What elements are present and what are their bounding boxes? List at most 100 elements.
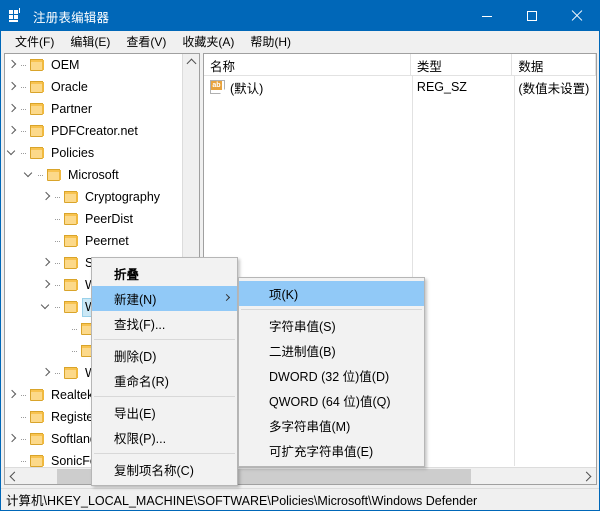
menu-item-0[interactable]: 文件(F) — [7, 31, 62, 53]
tree-connector — [21, 76, 29, 98]
table-row[interactable]: ab (默认) REG_SZ (数值未设置) — [204, 76, 596, 98]
menu-item-2[interactable]: 查看(V) — [118, 31, 174, 53]
chevron-right-icon[interactable] — [39, 362, 55, 384]
menu-bar: 文件(F) 编辑(E) 查看(V) 收藏夹(A) 帮助(H) — [1, 31, 599, 52]
value-type-cell: REG_SZ — [416, 80, 467, 94]
title-bar: 注册表编辑器 — [1, 1, 599, 31]
window-title: 注册表编辑器 — [33, 10, 110, 25]
tree-scroll-up-button[interactable] — [183, 54, 199, 71]
tree-context-menu[interactable]: 折叠新建(N) 查找(F)... 删除(D) 重命名(R) 导出(E) 权限(P)... 复… — [91, 257, 238, 486]
tree-item-label: Peernet — [85, 233, 129, 248]
tree-connector — [21, 120, 29, 142]
submenu-item[interactable]: 字符串值(S) — [239, 313, 424, 338]
chevron-right-icon[interactable] — [39, 186, 55, 208]
context-menu-item-label: 查找(F)... — [114, 318, 166, 332]
context-menu-item[interactable]: 查找(F)... — [92, 311, 237, 336]
submenu-item[interactable]: 多字符串值(M) — [239, 413, 424, 438]
context-menu-item[interactable]: 导出(E) — [92, 400, 237, 425]
column-header-2[interactable]: 数据 — [512, 54, 596, 76]
chevron-right-icon[interactable] — [5, 54, 21, 76]
column-header-label: 数据 — [518, 59, 544, 74]
submenu-item-label: 项(K) — [269, 288, 299, 302]
chevron-right-icon[interactable] — [5, 384, 21, 406]
column-header-label: 名称 — [210, 59, 236, 74]
close-button[interactable] — [554, 1, 599, 31]
chevron-right-icon[interactable] — [39, 252, 55, 274]
values-hscroll-thumb[interactable] — [221, 469, 471, 484]
folder-icon — [29, 410, 45, 424]
submenu-item[interactable]: 二进制值(B) — [239, 338, 424, 363]
context-menu-item[interactable]: 重命名(R) — [92, 368, 237, 393]
tree-connector — [38, 164, 46, 186]
status-path: 计算机\HKEY_LOCAL_MACHINE\SOFTWARE\Policies… — [6, 494, 478, 508]
chevron-down-icon[interactable] — [39, 296, 55, 318]
chevron-down-icon[interactable] — [5, 142, 21, 164]
tree-item[interactable]: OEM — [5, 54, 183, 76]
minimize-button[interactable] — [464, 1, 509, 31]
chevron-right-icon[interactable] — [39, 274, 55, 296]
submenu-item[interactable]: 项(K) — [239, 281, 424, 306]
chevron-right-icon[interactable] — [5, 120, 21, 142]
menu-item-1[interactable]: 编辑(E) — [62, 31, 118, 53]
tree-connector — [55, 208, 63, 230]
tree-item[interactable]: Policies — [5, 142, 183, 164]
maximize-button[interactable] — [509, 1, 554, 31]
column-header-0[interactable]: 名称 — [204, 54, 411, 76]
close-icon — [571, 10, 583, 22]
submenu-item[interactable]: DWORD (32 位)值(D) — [239, 363, 424, 388]
chevron-right-icon[interactable] — [5, 98, 21, 120]
values-scroll-right-button[interactable] — [579, 468, 596, 484]
context-menu-item[interactable]: 权限(P)... — [92, 425, 237, 450]
submenu-item-label: 字符串值(S) — [269, 320, 336, 334]
tree-item[interactable]: PeerDist — [5, 208, 183, 230]
tree-item[interactable]: Cryptography — [5, 186, 183, 208]
context-menu-item[interactable]: 新建(N) — [92, 286, 237, 311]
tree-item[interactable]: Microsoft — [5, 164, 183, 186]
tree-item-label: Microsoft — [68, 167, 119, 182]
folder-icon — [63, 256, 79, 270]
tree-item-label: Cryptography — [85, 189, 161, 204]
chevron-right-icon[interactable] — [5, 76, 21, 98]
new-submenu[interactable]: 项(K) 字符串值(S) 二进制值(B) DWORD (32 位)值(D) QWORD … — [238, 277, 425, 467]
chevron-right-icon[interactable] — [5, 428, 21, 450]
tree-item[interactable]: Peernet — [5, 230, 183, 252]
context-menu-item[interactable]: 复制项名称(C) — [92, 457, 237, 482]
tree-item[interactable]: PDFCreator.net — [5, 120, 183, 142]
value-data-cell: (数值未设置) — [518, 81, 590, 96]
values-horizontal-scrollbar[interactable] — [204, 467, 596, 484]
tree-connector — [72, 318, 80, 340]
tree-item-label: OEM — [51, 57, 80, 72]
tree-item[interactable]: Oracle — [5, 76, 183, 98]
tree-connector — [72, 340, 80, 362]
tree-scroll-left-button[interactable] — [5, 468, 22, 484]
chevron-down-icon[interactable] — [22, 164, 38, 186]
menu-item-4[interactable]: 帮助(H) — [242, 31, 299, 53]
menu-item-3[interactable]: 收藏夹(A) — [174, 31, 242, 53]
window-controls — [464, 1, 599, 31]
context-menu-item[interactable]: 删除(D) — [92, 343, 237, 368]
minimize-icon — [481, 15, 492, 17]
tree-item[interactable]: Partner — [5, 98, 183, 120]
tree-item-label: PeerDist — [85, 211, 133, 226]
tree-connector — [21, 428, 29, 450]
submenu-item[interactable]: QWORD (64 位)值(Q) — [239, 388, 424, 413]
folder-icon — [29, 102, 45, 116]
tree-connector — [21, 450, 29, 467]
folder-icon — [29, 146, 45, 160]
column-header-1[interactable]: 类型 — [411, 54, 513, 76]
menu-separator — [241, 309, 422, 310]
tree-connector — [21, 54, 29, 76]
folder-icon — [63, 212, 79, 226]
context-menu-item-label: 新建(N) — [114, 293, 157, 307]
submenu-item[interactable]: 可扩充字符串值(E) — [239, 438, 424, 463]
context-menu-item[interactable]: 折叠 — [92, 261, 237, 286]
